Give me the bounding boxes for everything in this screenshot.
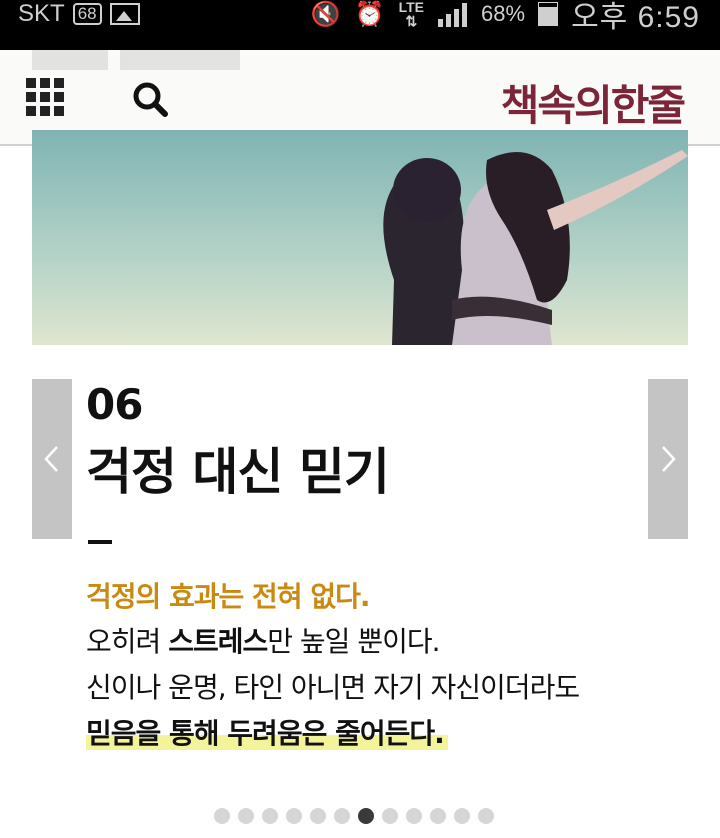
notification-badge: 68	[72, 3, 102, 25]
page-indicator	[214, 808, 494, 824]
page-dot[interactable]	[358, 808, 374, 824]
page-dot[interactable]	[238, 808, 254, 824]
quote-line-4: 믿음을 통해 두려움은 줄어든다.	[86, 712, 448, 752]
page-dot[interactable]	[334, 808, 350, 824]
quote-line-2: 오히려 스트레스만 높일 뿐이다.	[86, 625, 441, 658]
page-dot[interactable]	[382, 808, 398, 824]
status-bar: SKT 68 🔇 ⏰ LTE ⇅ 68% 오후 6:59	[0, 0, 720, 50]
gallery-icon	[109, 3, 140, 25]
search-icon[interactable]	[131, 80, 171, 120]
divider	[88, 540, 112, 544]
clock: 오후 6:59	[571, 1, 700, 34]
scrolled-content-shadow	[0, 50, 420, 74]
page-dot[interactable]	[454, 808, 470, 824]
mute-icon: 🔇	[310, 0, 341, 28]
battery-icon	[538, 2, 559, 26]
page-dot[interactable]	[478, 808, 494, 824]
status-left: SKT 68	[18, 0, 140, 28]
brand-logo[interactable]: 책속의한줄	[501, 72, 686, 133]
page-dot[interactable]	[214, 808, 230, 824]
hero-image	[32, 130, 688, 345]
signal-icon	[438, 1, 468, 27]
next-slide-button[interactable]	[648, 379, 688, 539]
quote-line-3: 신이나 운명, 타인 아니면 자기 자신이더라도	[86, 671, 580, 704]
page-dot[interactable]	[406, 808, 422, 824]
status-right: 🔇 ⏰ LTE ⇅ 68% 오후 6:59	[310, 0, 700, 34]
card-number: 06	[86, 380, 143, 429]
card-headline: 걱정 대신 믿기	[86, 443, 390, 501]
previous-slide-button[interactable]	[32, 379, 72, 539]
quote-line-1: 걱정의 효과는 전혀 없다.	[86, 580, 370, 613]
menu-grid-icon[interactable]	[26, 78, 66, 118]
page-dot[interactable]	[430, 808, 446, 824]
chevron-left-icon	[44, 446, 58, 472]
lte-icon: LTE ⇅	[398, 0, 425, 29]
page-dot[interactable]	[286, 808, 302, 824]
carrier-label: SKT	[18, 0, 65, 27]
highlighted-text: 믿음을 통해 두려움은 줄어든다.	[86, 717, 448, 750]
quote-emphasis: 스트레스	[168, 625, 268, 658]
page-dot[interactable]	[310, 808, 326, 824]
alarm-icon: ⏰	[354, 0, 385, 28]
page-dot[interactable]	[262, 808, 278, 824]
battery-percent: 68%	[481, 1, 526, 26]
chevron-right-icon	[662, 446, 676, 472]
